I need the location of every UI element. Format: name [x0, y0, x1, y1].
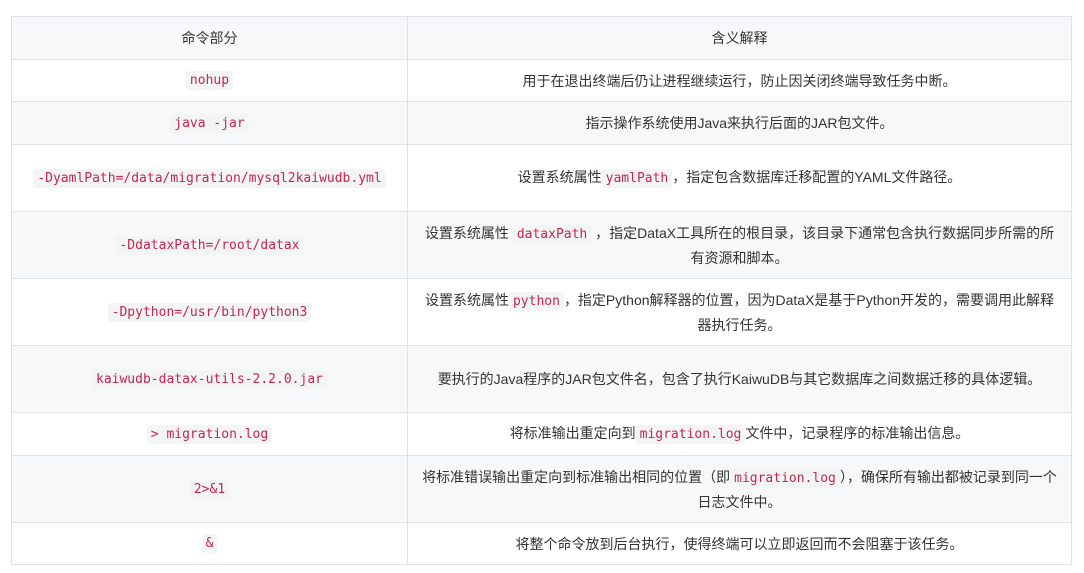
command-code: -DdataxPath=/root/datax	[115, 235, 304, 255]
meaning-cell: 要执行的Java程序的JAR包文件名，包含了执行KaiwuDB与其它数据库之间数…	[407, 345, 1072, 413]
command-cell: 2>&1	[11, 455, 408, 523]
command-cell: java -jar	[11, 101, 408, 145]
table-header-row: 命令部分 含义解释	[11, 16, 1072, 60]
command-cell: nohup	[11, 59, 408, 102]
table-row: > migration.log 将标准输出重定向到 migration.log 文件中…	[11, 412, 1072, 456]
table-row: -DdataxPath=/root/datax 设置系统属性 dataxPath …	[11, 211, 1072, 279]
command-cell: kaiwudb-datax-utils-2.2.0.jar	[11, 345, 408, 413]
meaning-cell: 将标准输出重定向到 migration.log 文件中，记录程序的标准输出信息。	[407, 412, 1072, 456]
command-code: -Dpython=/usr/bin/python3	[107, 302, 312, 322]
meaning-text: 将标准错误输出重定向到标准输出相同的位置（即	[422, 468, 731, 485]
command-code: nohup	[185, 71, 234, 90]
command-cell: &	[11, 522, 408, 565]
meaning-cell: 将整个命令放到后台执行，使得终端可以立即返回而不会阻塞于该任务。	[407, 522, 1072, 565]
inline-code: python	[508, 291, 564, 311]
command-table: 命令部分 含义解释 nohup 用于在退出终端后仍让进程继续运行，防止因关闭终端导…	[11, 16, 1072, 565]
table-row: & 将整个命令放到后台执行，使得终端可以立即返回而不会阻塞于该任务。	[11, 522, 1072, 565]
meaning-text: 将标准输出重定向到	[509, 424, 636, 441]
table-row: -Dpython=/usr/bin/python3 设置系统属性 python ，指定…	[11, 278, 1072, 346]
meaning-text: ，指定包含数据库迁移配置的YAML文件路径。	[672, 168, 962, 185]
header-command: 命令部分	[11, 16, 408, 60]
command-code: java -jar	[170, 113, 249, 133]
header-meaning: 含义解释	[407, 16, 1072, 60]
command-cell: -DdataxPath=/root/datax	[11, 211, 408, 279]
command-code: -DyamlPath=/data/migration/mysql2kaiwudb…	[33, 168, 386, 188]
meaning-text: 用于在退出终端后仍让进程继续运行，防止因关闭终端导致任务中断。	[522, 72, 957, 89]
meaning-text: 指示操作系统使用Java来执行后面的JAR包文件。	[585, 115, 894, 131]
meaning-text: 设置系统属性	[517, 168, 602, 185]
meaning-text: 设置系统属性	[424, 224, 513, 241]
meaning-cell: 指示操作系统使用Java来执行后面的JAR包文件。	[407, 101, 1072, 145]
table-row: -DyamlPath=/data/migration/mysql2kaiwudb…	[11, 144, 1072, 212]
meaning-cell: 设置系统属性 python ，指定Python解释器的位置，因为DataX是基于Py…	[407, 278, 1072, 346]
command-code: kaiwudb-datax-utils-2.2.0.jar	[92, 369, 327, 389]
meaning-text: 要执行的Java程序的JAR包文件名，包含了执行KaiwuDB与其它数据库之间数…	[437, 371, 1042, 387]
meaning-text: 将整个命令放到后台执行，使得终端可以立即返回而不会阻塞于该任务。	[515, 535, 964, 552]
meaning-cell: 将标准错误输出重定向到标准输出相同的位置（即 migration.log ），确保所…	[407, 455, 1072, 523]
command-code: 2>&1	[189, 479, 230, 499]
meaning-text: ，指定DataX工具所在的根目录，该目录下通常包含执行数据同步所需的所有资源和脚…	[591, 224, 1055, 266]
meaning-text: ，指定Python解释器的位置，因为DataX是基于Python开发的，需要调用…	[563, 291, 1055, 333]
table-row: nohup 用于在退出终端后仍让进程继续运行，防止因关闭终端导致任务中断。	[11, 59, 1072, 102]
meaning-cell: 设置系统属性 dataxPath ，指定DataX工具所在的根目录，该目录下通常…	[407, 211, 1072, 279]
meaning-cell: 用于在退出终端后仍让进程继续运行，防止因关闭终端导致任务中断。	[407, 59, 1072, 102]
table-body: nohup 用于在退出终端后仍让进程继续运行，防止因关闭终端导致任务中断。 java…	[11, 59, 1072, 565]
command-code: > migration.log	[146, 424, 273, 444]
command-cell: -DyamlPath=/data/migration/mysql2kaiwudb…	[11, 144, 408, 212]
table-row: java -jar 指示操作系统使用Java来执行后面的JAR包文件。	[11, 101, 1072, 145]
inline-code: dataxPath	[512, 224, 592, 244]
meaning-text: 设置系统属性	[424, 291, 509, 308]
meaning-text: 文件中，记录程序的标准输出信息。	[745, 424, 970, 441]
table-row: 2>&1 将标准错误输出重定向到标准输出相同的位置（即 migration.log）…	[11, 455, 1072, 523]
command-cell: > migration.log	[11, 412, 408, 456]
command-table-container: 命令部分 含义解释 nohup 用于在退出终端后仍让进程继续运行，防止因关闭终端导…	[11, 16, 1072, 565]
table-row: kaiwudb-datax-utils-2.2.0.jar 要执行的Java程序的…	[11, 345, 1072, 413]
inline-code: migration.log	[730, 468, 840, 488]
meaning-cell: 设置系统属性 yamlPath ，指定包含数据库迁移配置的YAML文件路径。	[407, 144, 1072, 212]
command-code: &	[201, 534, 218, 553]
inline-code: migration.log	[635, 424, 746, 444]
inline-code: yamlPath	[601, 168, 673, 188]
command-cell: -Dpython=/usr/bin/python3	[11, 278, 408, 346]
